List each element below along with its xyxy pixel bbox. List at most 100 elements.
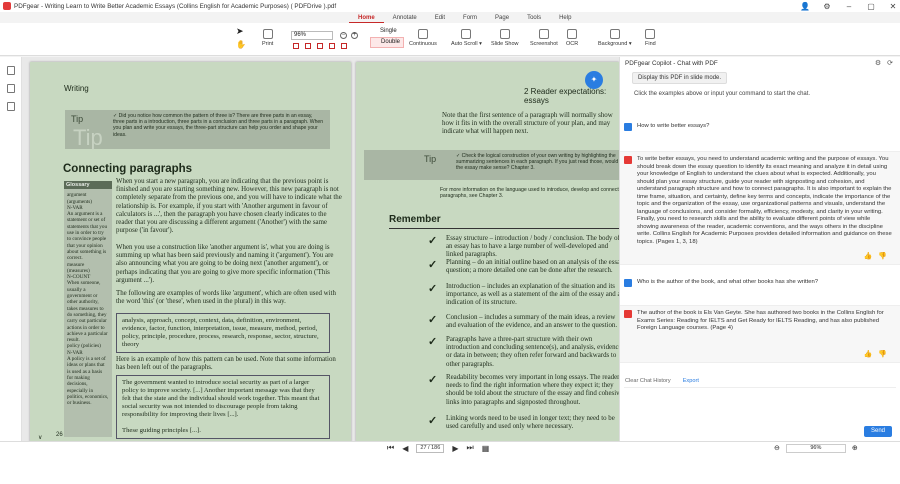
zoom-out-icon[interactable]: − xyxy=(340,32,347,39)
chat-footer: Clear Chat History Export xyxy=(625,378,699,384)
document-viewer[interactable]: Writing Tip Tip ✓ Did you notice how com… xyxy=(22,57,619,441)
rotate-right-icon[interactable] xyxy=(341,43,347,49)
find-icon xyxy=(645,29,656,39)
zoom-in-icon[interactable]: + xyxy=(351,32,358,39)
tip-text: ✓ Did you notice how common the pattern … xyxy=(113,113,324,138)
tab-home[interactable]: Home xyxy=(349,13,384,23)
actual-size-icon[interactable] xyxy=(317,43,323,49)
continuous-icon xyxy=(417,29,428,39)
hand-tool-icon[interactable]: ✋ xyxy=(236,40,246,49)
word-list-box: analysis, approach, concept, context, da… xyxy=(116,313,330,353)
check-icon: ✓ xyxy=(428,374,438,386)
next-page-icon[interactable]: ▶ xyxy=(452,444,458,453)
maximize-icon[interactable]: ▢ xyxy=(866,2,876,11)
pdf-page-right: 2 Reader expectations: essays Note that … xyxy=(356,62,619,441)
bookmark-icon[interactable] xyxy=(7,66,15,75)
title-bar: PDFgear - Writing Learn to Write Better … xyxy=(0,0,900,12)
message-text: How to write better essays? xyxy=(637,123,710,129)
info-text: For more information on the language use… xyxy=(440,187,619,200)
tip-watermark: Tip xyxy=(73,125,103,150)
tip-box: Tip ✓ Check the logical construction of … xyxy=(364,150,619,180)
check-icon: ✓ xyxy=(428,415,438,427)
paragraph-1: Note that the first sentence of a paragr… xyxy=(442,112,613,136)
zoom-out-icon[interactable]: ⊖ xyxy=(774,444,780,452)
page-number-input[interactable]: 27 / 186 xyxy=(416,443,445,453)
rotate-left-icon[interactable] xyxy=(329,43,335,49)
tip-box: Tip Tip ✓ Did you notice how common the … xyxy=(65,110,330,150)
continuous-button[interactable]: Continuous xyxy=(409,29,437,47)
window-title: PDFgear - Writing Learn to Write Better … xyxy=(14,2,337,10)
clear-chat-history-link[interactable]: Clear Chat History xyxy=(625,378,671,384)
zoom-level[interactable]: 96% xyxy=(785,443,846,453)
tab-tools[interactable]: Tools xyxy=(518,13,550,23)
tab-form[interactable]: Form xyxy=(454,13,486,23)
ocr-button[interactable]: OCR xyxy=(566,29,578,47)
single-page-button[interactable]: Single xyxy=(370,28,397,34)
check-icon: ✓ xyxy=(428,336,438,348)
chat-hint: Click the examples above or input your c… xyxy=(634,91,811,97)
user-avatar-icon xyxy=(624,279,632,287)
menu-tabs: Home Annotate Edit Form Page Tools Help xyxy=(349,13,580,23)
slide-mode-suggestion-button[interactable]: Display this PDF in slide mode. xyxy=(632,72,728,84)
copilot-icon[interactable]: ✦ xyxy=(585,71,603,89)
select-cursor-icon[interactable]: ➤ xyxy=(236,26,246,36)
toolbar: ➤ ✋ Print 96% − + Single Double Continuo… xyxy=(0,23,900,56)
left-sidebar xyxy=(0,57,22,484)
find-button[interactable]: Find xyxy=(645,29,656,47)
paragraph-1: When you start a new paragraph, you are … xyxy=(116,178,342,235)
tab-page[interactable]: Page xyxy=(486,13,518,23)
pdfgear-logo-icon xyxy=(3,2,11,10)
screenshot-icon xyxy=(538,29,549,39)
export-link[interactable]: Export xyxy=(683,378,699,384)
zoom-select[interactable]: 96% xyxy=(291,31,333,40)
history-icon[interactable]: ⟳ xyxy=(887,59,893,67)
tip-text: ✓ Check the logical construction of your… xyxy=(456,153,619,172)
background-icon xyxy=(609,29,620,39)
paragraph-2: When you use a construction like 'anothe… xyxy=(116,244,334,284)
running-head: Writing xyxy=(64,84,89,93)
close-icon[interactable]: ✕ xyxy=(888,2,898,11)
page-navigation: ⏮ ◀ 27 / 186 ▶ ⏭ ▦ xyxy=(387,442,489,454)
screenshot-button[interactable]: Screenshot xyxy=(530,29,558,47)
tab-annotate[interactable]: Annotate xyxy=(384,13,426,23)
remember-item: Essay structure – introduction / body / … xyxy=(446,235,619,259)
thumbs-down-icon[interactable]: 👎 xyxy=(878,253,887,261)
running-head: 2 Reader expectations: essays xyxy=(524,87,607,105)
account-icon[interactable]: 👤 xyxy=(800,2,810,11)
prev-page-icon[interactable]: ◀ xyxy=(402,444,408,453)
fit-width-icon[interactable] xyxy=(305,43,311,49)
remember-item: Introduction – includes an explanation o… xyxy=(446,283,619,307)
fit-page-icon[interactable] xyxy=(293,43,299,49)
thumbs-up-icon[interactable]: 👍 xyxy=(864,351,873,359)
print-button[interactable]: Print xyxy=(262,29,273,47)
slide-show-button[interactable]: Slide Show xyxy=(491,29,519,47)
settings-icon[interactable]: ⚙ xyxy=(875,59,881,67)
chat-message-user: How to write better essays? xyxy=(620,119,900,139)
settings-icon[interactable]: ⚙ xyxy=(822,2,832,11)
background-button[interactable]: Background ▾ xyxy=(598,29,632,47)
check-icon: ✓ xyxy=(428,314,438,326)
window-controls: 👤 ⚙ – ▢ ✕ xyxy=(800,2,898,11)
chat-input[interactable] xyxy=(624,387,896,423)
remember-item: Paragraphs have a three-part structure w… xyxy=(446,336,619,368)
auto-scroll-button[interactable]: Auto Scroll ▾ xyxy=(451,29,482,47)
tab-help[interactable]: Help xyxy=(550,13,580,23)
tab-edit[interactable]: Edit xyxy=(426,13,454,23)
pdf-page-left: Writing Tip Tip ✓ Did you notice how com… xyxy=(30,62,351,441)
zoom-in-icon[interactable]: ⊕ xyxy=(852,444,858,452)
thumbs-up-icon[interactable]: 👍 xyxy=(864,253,873,261)
chat-title: PDFgear Copilot - Chat with PDF xyxy=(625,60,718,67)
tip-label: Tip xyxy=(424,154,437,164)
send-button[interactable]: Send xyxy=(864,426,892,437)
example-box: The government wanted to introduce socia… xyxy=(116,375,330,439)
last-page-icon[interactable]: ⏭ xyxy=(467,443,474,453)
comments-icon[interactable] xyxy=(7,102,15,111)
ai-avatar-icon xyxy=(624,310,632,318)
message-text: To write better essays, you need to unde… xyxy=(637,156,892,245)
first-page-icon[interactable]: ⏮ xyxy=(387,443,394,453)
thumbs-down-icon[interactable]: 👎 xyxy=(878,351,887,359)
thumbnails-icon[interactable] xyxy=(7,84,15,93)
minimize-icon[interactable]: – xyxy=(844,2,854,11)
page-mode-icon[interactable]: ▦ xyxy=(482,444,490,453)
double-page-button[interactable]: Double xyxy=(370,37,404,48)
